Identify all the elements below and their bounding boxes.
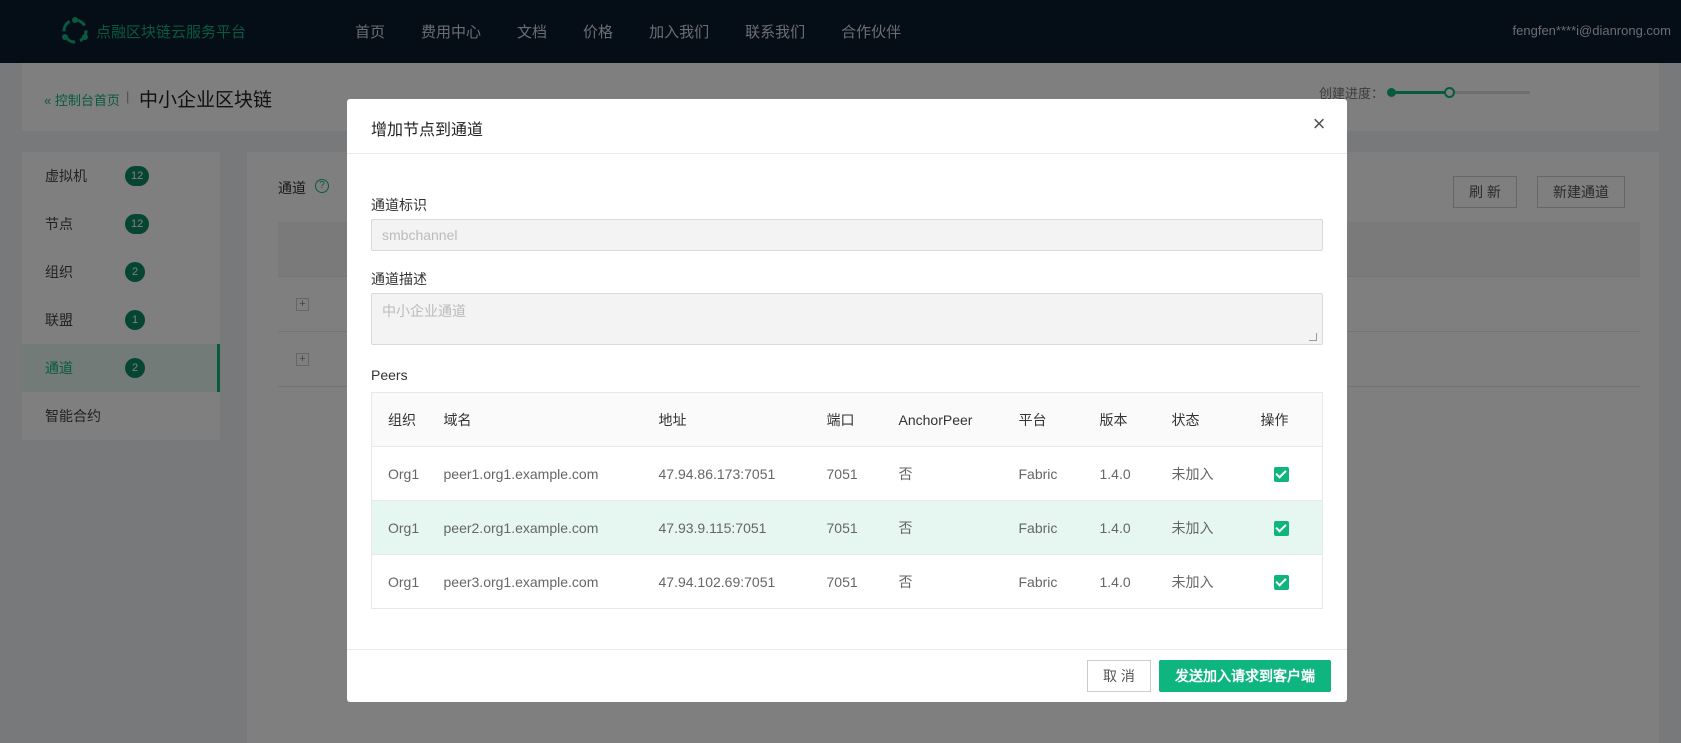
cell-platform: Fabric bbox=[1018, 500, 1100, 555]
col-action: 操作 bbox=[1260, 392, 1323, 447]
cell-anchor-peer: 否 bbox=[898, 500, 1019, 555]
dialog-footer: 取 消 发送加入请求到客户端 bbox=[347, 649, 1347, 702]
col-port: 端口 bbox=[826, 392, 899, 447]
peers-table: 组织 域名 地址 端口 AnchorPeer 平台 版本 状态 操作 Org1 … bbox=[371, 392, 1323, 609]
select-checkbox[interactable] bbox=[1273, 574, 1289, 590]
cell-org: Org1 bbox=[371, 554, 444, 609]
cell-anchor-peer: 否 bbox=[898, 554, 1019, 609]
cell-platform: Fabric bbox=[1018, 554, 1100, 609]
cell-status: 未加入 bbox=[1171, 446, 1261, 501]
col-platform: 平台 bbox=[1018, 392, 1100, 447]
select-checkbox[interactable] bbox=[1273, 466, 1289, 482]
cell-port: 7051 bbox=[826, 500, 899, 555]
channel-desc-textarea[interactable]: 中小企业通道 bbox=[371, 293, 1323, 345]
resize-handle-icon[interactable] bbox=[1309, 333, 1317, 341]
table-row: Org1 peer2.org1.example.com 47.93.9.115:… bbox=[371, 500, 1323, 555]
cell-status: 未加入 bbox=[1171, 500, 1261, 555]
channel-id-input[interactable] bbox=[371, 219, 1323, 251]
col-version: 版本 bbox=[1099, 392, 1172, 447]
cell-version: 1.4.0 bbox=[1099, 446, 1172, 501]
select-checkbox[interactable] bbox=[1273, 520, 1289, 536]
cell-version: 1.4.0 bbox=[1099, 554, 1172, 609]
table-header-row: 组织 域名 地址 端口 AnchorPeer 平台 版本 状态 操作 bbox=[371, 392, 1323, 447]
cell-domain: peer3.org1.example.com bbox=[443, 554, 659, 609]
cell-action bbox=[1260, 554, 1323, 609]
close-icon[interactable]: × bbox=[1309, 113, 1329, 135]
cell-port: 7051 bbox=[826, 554, 899, 609]
table-row: Org1 peer1.org1.example.com 47.94.86.173… bbox=[371, 446, 1323, 501]
cancel-button[interactable]: 取 消 bbox=[1087, 660, 1151, 692]
cell-domain: peer2.org1.example.com bbox=[443, 500, 659, 555]
col-status: 状态 bbox=[1171, 392, 1261, 447]
cell-domain: peer1.org1.example.com bbox=[443, 446, 659, 501]
peers-label: Peers bbox=[371, 367, 408, 383]
channel-desc-label: 通道描述 bbox=[371, 271, 427, 287]
cell-status: 未加入 bbox=[1171, 554, 1261, 609]
channel-desc-wrapper: 中小企业通道 bbox=[347, 293, 1347, 345]
col-org: 组织 bbox=[371, 392, 444, 447]
cell-anchor-peer: 否 bbox=[898, 446, 1019, 501]
dialog-title: 增加节点到通道 bbox=[371, 122, 484, 139]
cell-address: 47.94.102.69:7051 bbox=[658, 554, 827, 609]
channel-id-label: 通道标识 bbox=[371, 197, 427, 213]
cell-platform: Fabric bbox=[1018, 446, 1100, 501]
cell-address: 47.93.9.115:7051 bbox=[658, 500, 827, 555]
cell-org: Org1 bbox=[371, 446, 444, 501]
col-domain: 域名 bbox=[443, 392, 659, 447]
cell-port: 7051 bbox=[826, 446, 899, 501]
col-anchor-peer: AnchorPeer bbox=[898, 392, 1019, 447]
send-join-request-button[interactable]: 发送加入请求到客户端 bbox=[1159, 660, 1331, 692]
col-address: 地址 bbox=[658, 392, 827, 447]
cell-org: Org1 bbox=[371, 500, 444, 555]
add-peer-dialog: 增加节点到通道 × 通道标识 通道描述 中小企业通道 Peers 组织 域名 地… bbox=[347, 99, 1347, 702]
cell-address: 47.94.86.173:7051 bbox=[658, 446, 827, 501]
table-row: Org1 peer3.org1.example.com 47.94.102.69… bbox=[371, 554, 1323, 609]
cell-action bbox=[1260, 500, 1323, 555]
cell-version: 1.4.0 bbox=[1099, 500, 1172, 555]
cell-action bbox=[1260, 446, 1323, 501]
dialog-header: 增加节点到通道 × bbox=[347, 99, 1347, 154]
